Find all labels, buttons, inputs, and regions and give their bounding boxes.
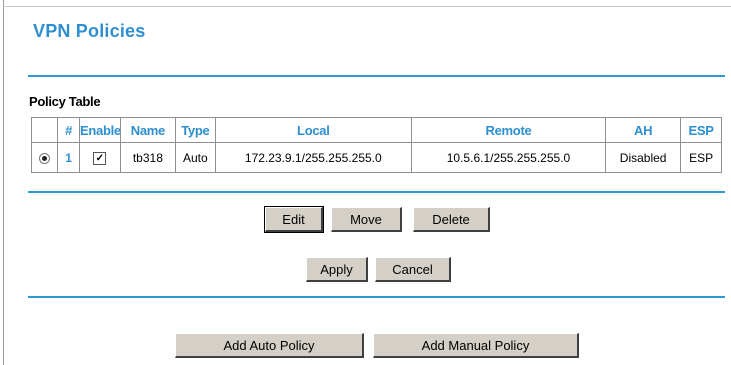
page-title: VPN Policies — [33, 21, 146, 41]
policy-table: # Enable Name Type Local Remote AH ESP 1… — [30, 117, 722, 173]
policy-enable-checkbox[interactable]: ✓ — [93, 151, 107, 165]
column-header-number: # — [57, 117, 80, 143]
delete-button[interactable]: Delete — [413, 207, 490, 232]
table-header-row: # Enable Name Type Local Remote AH ESP — [30, 117, 722, 143]
policy-number: 1 — [57, 142, 80, 173]
policy-select-radio[interactable] — [39, 152, 51, 164]
select-cell — [30, 142, 59, 173]
policy-ah: Disabled — [605, 142, 682, 173]
top-divider — [28, 75, 725, 77]
table-divider — [28, 191, 725, 193]
add-manual-policy-button[interactable]: Add Manual Policy — [373, 333, 579, 358]
bottom-divider — [28, 296, 725, 298]
policy-remote: 10.5.6.1/255.255.255.0 — [410, 142, 607, 173]
apply-button[interactable]: Apply — [306, 257, 368, 282]
frame-top-border — [3, 6, 731, 7]
policy-type: Auto — [175, 142, 216, 173]
policy-table-title: Policy Table — [29, 94, 101, 109]
edit-button[interactable]: Edit — [264, 206, 324, 233]
add-auto-policy-button[interactable]: Add Auto Policy — [175, 333, 364, 358]
policy-name: tb318 — [119, 142, 177, 173]
column-header-local: Local — [214, 117, 412, 143]
column-header-enable: Enable — [79, 117, 121, 143]
cancel-button[interactable]: Cancel — [375, 257, 451, 282]
column-header-ah: AH — [605, 117, 682, 143]
column-header-esp: ESP — [680, 117, 722, 143]
enable-cell: ✓ — [79, 142, 121, 173]
frame-left-border — [3, 0, 4, 365]
move-button[interactable]: Move — [331, 207, 402, 232]
table-row[interactable]: 1 ✓ tb318 Auto 172.23.9.1/255.255.255.0 … — [30, 142, 722, 173]
column-header-type: Type — [175, 117, 216, 143]
column-header-remote: Remote — [410, 117, 607, 143]
policy-esp: ESP — [680, 142, 722, 173]
column-header-select — [30, 117, 59, 143]
policy-local: 172.23.9.1/255.255.255.0 — [214, 142, 412, 173]
column-header-name: Name — [119, 117, 177, 143]
